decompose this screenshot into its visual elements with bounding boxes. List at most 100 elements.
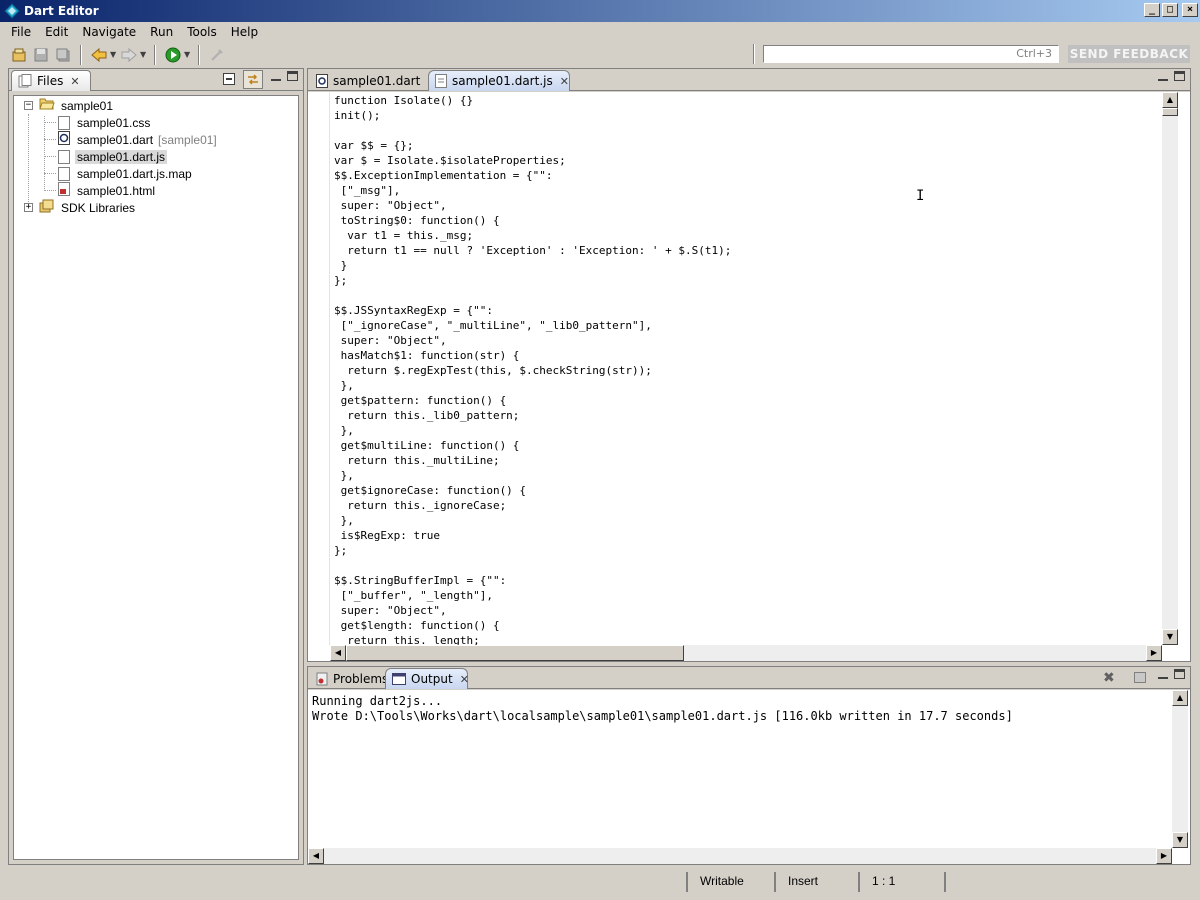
maximize-button[interactable]: □	[1162, 3, 1178, 17]
code-line: };	[334, 544, 348, 557]
file-tree: − sample01 sample01.css sample01.dart [s…	[13, 95, 299, 860]
tree-item-file-selected[interactable]: sample01.dart.js	[58, 148, 168, 165]
vertical-scrollbar[interactable]: ▲ ▼	[1162, 92, 1178, 645]
quick-access-search-input[interactable]: Ctrl+3	[763, 45, 1059, 63]
close-icon[interactable]: ✕	[70, 75, 79, 88]
minimize-panel-icon[interactable]	[1158, 669, 1168, 679]
tab-label: sample01.dart	[333, 73, 421, 88]
code-line: },	[334, 514, 354, 527]
menu-file[interactable]: File	[4, 25, 38, 39]
tab-sample01-dart[interactable]: sample01.dart	[310, 70, 425, 91]
run-dropdown-icon[interactable]: ▼	[184, 50, 192, 59]
tab-sample01-dart-js[interactable]: sample01.dart.js ✕	[428, 70, 570, 91]
code-line: var $ = Isolate.$isolateProperties;	[334, 154, 566, 167]
tree-item-file[interactable]: sample01.html	[58, 182, 157, 199]
code-line: is$RegExp: true	[334, 529, 440, 542]
new-project-icon[interactable]	[8, 45, 30, 65]
maximize-panel-icon[interactable]	[287, 71, 298, 81]
tab-problems[interactable]: Problems	[310, 668, 388, 689]
scroll-down-icon[interactable]: ▼	[1162, 629, 1178, 645]
file-name: sample01.html	[77, 183, 156, 198]
scroll-left-icon[interactable]: ◀	[330, 645, 346, 661]
tree-item-file[interactable]: sample01.dart [sample01]	[58, 131, 217, 148]
editor-ruler	[308, 92, 330, 645]
tab-files[interactable]: Files ✕	[11, 70, 91, 91]
vertical-scrollbar[interactable]: ▲ ▼	[1172, 690, 1188, 848]
code-editor[interactable]: function Isolate() {} init(); var $$ = {}…	[308, 92, 1190, 661]
menu-navigate[interactable]: Navigate	[75, 25, 143, 39]
scroll-down-icon[interactable]: ▼	[1172, 832, 1188, 848]
code-line: super: "Object",	[334, 199, 447, 212]
menu-help[interactable]: Help	[224, 25, 265, 39]
forward-dropdown-icon[interactable]: ▼	[140, 50, 148, 59]
scroll-up-icon[interactable]: ▲	[1162, 92, 1178, 108]
scroll-up-icon[interactable]: ▲	[1172, 690, 1188, 706]
scroll-right-icon[interactable]: ▶	[1146, 645, 1162, 661]
collapse-all-icon[interactable]	[223, 73, 235, 85]
tree-item-file[interactable]: sample01.css	[58, 114, 152, 131]
files-tab-icon	[18, 74, 32, 88]
back-dropdown-icon[interactable]: ▼	[110, 50, 118, 59]
tab-label: Problems	[333, 671, 389, 686]
send-feedback-button[interactable]: SEND FEEDBACK	[1068, 45, 1190, 63]
menu-bar: File Edit Navigate Run Tools Help	[0, 22, 1200, 41]
maximize-panel-icon[interactable]	[1174, 71, 1185, 81]
text-cursor-icon: I	[916, 188, 925, 204]
minimize-panel-icon[interactable]	[271, 71, 281, 81]
save-all-icon[interactable]	[52, 45, 74, 65]
code-line: get$multiLine: function() {	[334, 439, 520, 452]
code-line: function Isolate() {}	[334, 94, 474, 107]
deploy-icon[interactable]	[206, 45, 228, 65]
code-line: toString$0: function() {	[334, 214, 500, 227]
close-button[interactable]: ×	[1182, 3, 1198, 17]
close-icon[interactable]: ✕	[460, 673, 469, 686]
code-line: get$ignoreCase: function() {	[334, 484, 527, 497]
output-console[interactable]: Running dart2js... Wrote D:\Tools\Works\d…	[308, 690, 1190, 864]
horizontal-scrollbar[interactable]: ◀ ▶	[308, 848, 1172, 864]
close-icon[interactable]: ✕	[560, 75, 569, 88]
code-text[interactable]: function Isolate() {} init(); var $$ = {}…	[334, 93, 1160, 645]
code-line: return this._multiLine;	[334, 454, 500, 467]
code-line: ["_ignoreCase", "_multiLine", "_lib0_pat…	[334, 319, 652, 332]
code-line: init();	[334, 109, 381, 122]
tab-label: Output	[411, 672, 453, 686]
scroll-thumb[interactable]	[1162, 108, 1178, 116]
tree-item-sdk-libraries[interactable]: + SDK Libraries	[24, 199, 137, 216]
minimize-button[interactable]: _	[1144, 3, 1160, 17]
scroll-left-icon[interactable]: ◀	[308, 848, 324, 864]
menu-tools[interactable]: Tools	[180, 25, 224, 39]
console-view-icon[interactable]	[1134, 672, 1146, 683]
maximize-panel-icon[interactable]	[1174, 669, 1185, 679]
forward-arrow-icon[interactable]	[118, 45, 140, 65]
expand-icon[interactable]: +	[24, 203, 33, 212]
menu-edit[interactable]: Edit	[38, 25, 75, 39]
tree-item-file[interactable]: sample01.dart.js.map	[58, 165, 194, 182]
scroll-thumb[interactable]	[346, 645, 684, 661]
project-name: sample01	[61, 98, 114, 113]
code-line: $$.JSSyntaxRegExp = {"":	[334, 304, 493, 317]
menu-run[interactable]: Run	[143, 25, 180, 39]
link-with-editor-icon[interactable]	[243, 70, 263, 89]
tree-item-project[interactable]: − sample01	[24, 97, 115, 114]
js-file-icon	[58, 149, 70, 164]
dart-logo-icon	[4, 3, 20, 19]
run-icon[interactable]	[162, 45, 184, 65]
collapse-icon[interactable]: −	[24, 101, 33, 110]
status-cursor-position: 1 : 1	[858, 872, 895, 892]
file-name: sample01.dart.js.map	[77, 166, 192, 181]
back-arrow-icon[interactable]	[88, 45, 110, 65]
search-hint: Ctrl+3	[1016, 47, 1052, 60]
code-line: $$.ExceptionImplementation = {"":	[334, 169, 553, 182]
tab-output[interactable]: Output ✕	[385, 668, 469, 689]
horizontal-scrollbar[interactable]: ◀ ▶	[330, 645, 1162, 661]
save-icon[interactable]	[30, 45, 52, 65]
clear-output-icon[interactable]: ✖	[1103, 670, 1115, 686]
editor-panel: sample01.dart sample01.dart.js ✕ functio…	[307, 68, 1191, 662]
output-line: Running dart2js...	[312, 694, 443, 708]
sdk-libraries-label: SDK Libraries	[61, 200, 136, 215]
code-line: hasMatch$1: function(str) {	[334, 349, 520, 362]
scroll-right-icon[interactable]: ▶	[1156, 848, 1172, 864]
minimize-panel-icon[interactable]	[1158, 71, 1168, 81]
